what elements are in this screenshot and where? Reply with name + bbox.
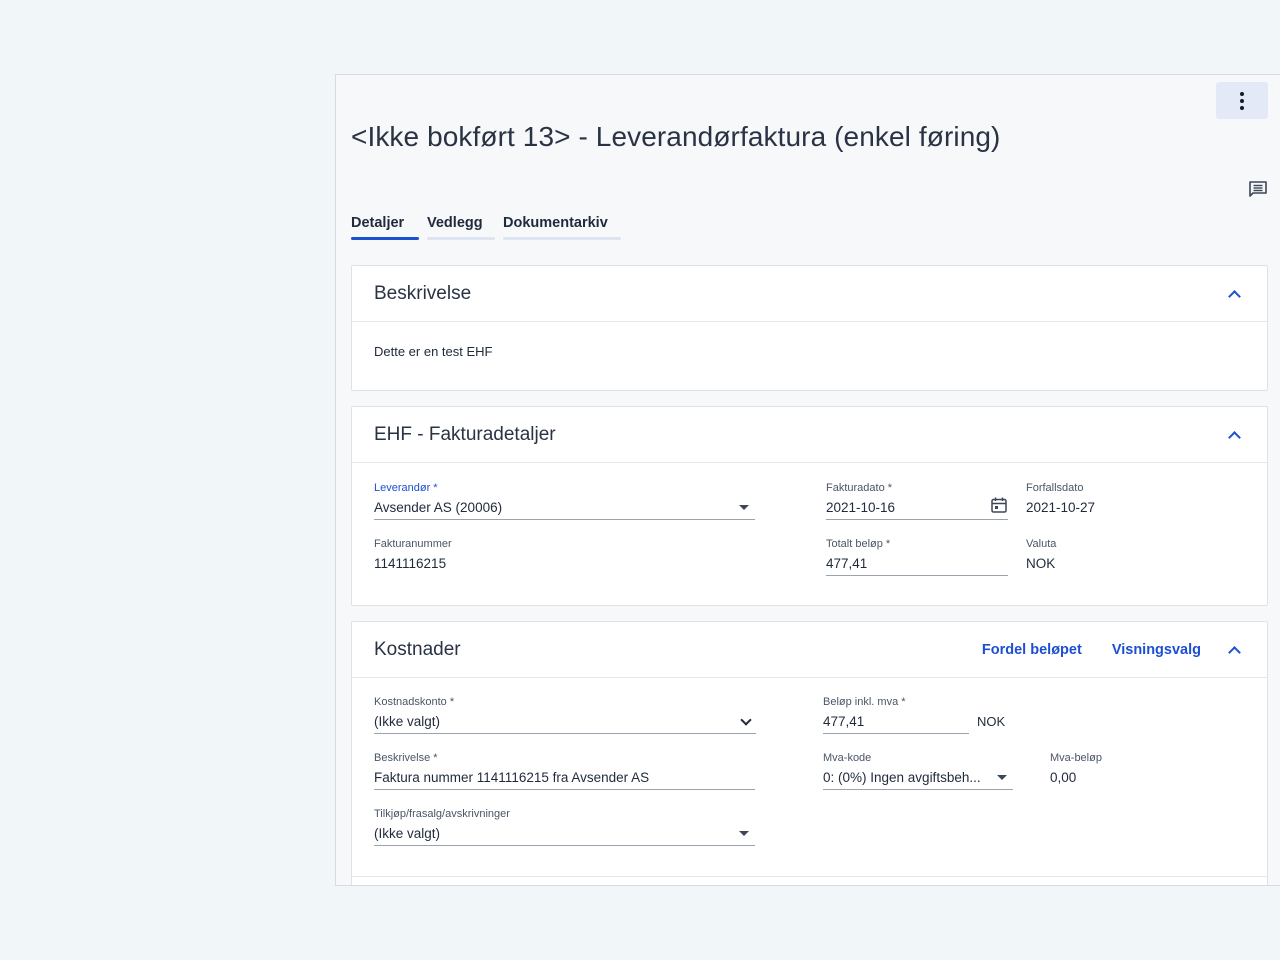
calendar-icon[interactable] [990, 496, 1008, 514]
caret-down-icon[interactable] [739, 505, 749, 510]
tab-dokumentarkiv[interactable]: Dokumentarkiv [503, 215, 621, 240]
totalt-belop-field[interactable]: Totalt beløp * 477,41 [826, 538, 1008, 576]
mva-belop-label: Mva-beløp [1050, 752, 1102, 764]
belop-inkl-mva-field[interactable]: Beløp inkl. mva * 477,41 [823, 696, 969, 734]
forfallsdato-field: Forfallsdato 2021-10-27 [1026, 482, 1095, 516]
leverandor-label: Leverandør * [374, 482, 438, 494]
beskrivelse-title: Beskrivelse [374, 282, 472, 304]
more-vertical-icon [1240, 91, 1244, 110]
tab-bar: Detaljer Vedlegg Dokumentarkiv [351, 215, 621, 240]
mva-belop-field: Mva-beløp 0,00 [1050, 752, 1102, 786]
kostnad-beskrivelse-value: Faktura nummer 1141116215 fra Avsender A… [374, 769, 755, 790]
tilkjop-value: (Ikke valgt) [374, 826, 441, 841]
valuta-value: NOK [1026, 556, 1056, 571]
beskrivelse-text: Dette er en test EHF [374, 344, 493, 359]
kostnader-title: Kostnader [374, 638, 461, 660]
fakturanummer-label: Fakturanummer [374, 538, 452, 550]
mva-belop-value: 0,00 [1050, 770, 1077, 785]
caret-down-icon[interactable] [739, 831, 749, 836]
app-window: <Ikke bokført 13> - Leverandørfaktura (e… [335, 74, 1280, 886]
kostnadskonto-value: (Ikke valgt) [374, 714, 441, 729]
valuta-label: Valuta [1026, 538, 1057, 550]
mva-kode-value: 0: (0%) Ingen avgiftsbeh... [823, 770, 981, 785]
page-title: <Ikke bokført 13> - Leverandørfaktura (e… [351, 121, 1001, 152]
leverandor-value: Avsender AS (20006) [374, 500, 503, 515]
tilkjop-label: Tilkjøp/frasalg/avskrivninger [374, 808, 510, 820]
kostnader-card: Kostnader Fordel beløpet Visningsvalg Ko… [351, 621, 1268, 885]
ehf-title: EHF - Fakturadetaljer [374, 423, 556, 445]
fakturadato-label: Fakturadato * [826, 482, 893, 494]
totalt-belop-value: 477,41 [826, 555, 1008, 576]
fakturadato-field[interactable]: Fakturadato * 2021-10-16 [826, 482, 1008, 520]
chevron-up-icon[interactable] [1228, 430, 1241, 444]
kostnadskonto-field[interactable]: Kostnadskonto * (Ikke valgt) [374, 696, 756, 734]
mva-kode-label: Mva-kode [823, 752, 872, 764]
fakturanummer-value: 1141116215 [374, 556, 447, 571]
fakturanummer-field: Fakturanummer 1141116215 [374, 538, 452, 572]
forfallsdato-value: 2021-10-27 [1026, 500, 1096, 515]
divider [352, 876, 1267, 877]
belop-inkl-mva-label: Beløp inkl. mva * [823, 696, 906, 708]
chevron-up-icon[interactable] [1228, 645, 1241, 659]
tab-detaljer[interactable]: Detaljer [351, 215, 419, 240]
leverandor-field[interactable]: Leverandør * Avsender AS (20006) [374, 482, 755, 520]
visningsvalg-button[interactable]: Visningsvalg [1112, 642, 1201, 658]
kostnad-beskrivelse-label: Beskrivelse * [374, 752, 438, 764]
kostnader-header: Kostnader Fordel beløpet Visningsvalg [352, 622, 1267, 678]
belop-inkl-mva-value: 477,41 [823, 713, 969, 734]
beskrivelse-card: Beskrivelse Dette er en test EHF [351, 265, 1268, 391]
fordel-belopet-button[interactable]: Fordel beløpet [982, 642, 1082, 658]
beskrivelse-header[interactable]: Beskrivelse [352, 266, 1267, 322]
comment-icon[interactable] [1248, 179, 1268, 199]
valuta-field: Valuta NOK [1026, 538, 1056, 572]
forfallsdato-label: Forfallsdato [1026, 482, 1084, 494]
currency-suffix: NOK [977, 714, 1006, 729]
mva-kode-field[interactable]: Mva-kode 0: (0%) Ingen avgiftsbeh... [823, 752, 1013, 790]
ehf-card: EHF - Fakturadetaljer Leverandør * Avsen… [351, 406, 1268, 606]
ehf-header[interactable]: EHF - Fakturadetaljer [352, 407, 1267, 463]
kostnadskonto-label: Kostnadskonto * [374, 696, 455, 708]
more-options-button[interactable] [1216, 82, 1268, 119]
fakturadato-value: 2021-10-16 [826, 500, 896, 515]
tilkjop-field[interactable]: Tilkjøp/frasalg/avskrivninger (Ikke valg… [374, 808, 755, 846]
totalt-belop-label: Totalt beløp * [826, 538, 891, 550]
chevron-up-icon[interactable] [1228, 289, 1241, 303]
chevron-down-icon[interactable] [740, 714, 752, 726]
caret-down-icon[interactable] [997, 775, 1007, 780]
tab-vedlegg[interactable]: Vedlegg [427, 215, 495, 240]
kostnad-beskrivelse-field[interactable]: Beskrivelse * Faktura nummer 1141116215 … [374, 752, 755, 790]
